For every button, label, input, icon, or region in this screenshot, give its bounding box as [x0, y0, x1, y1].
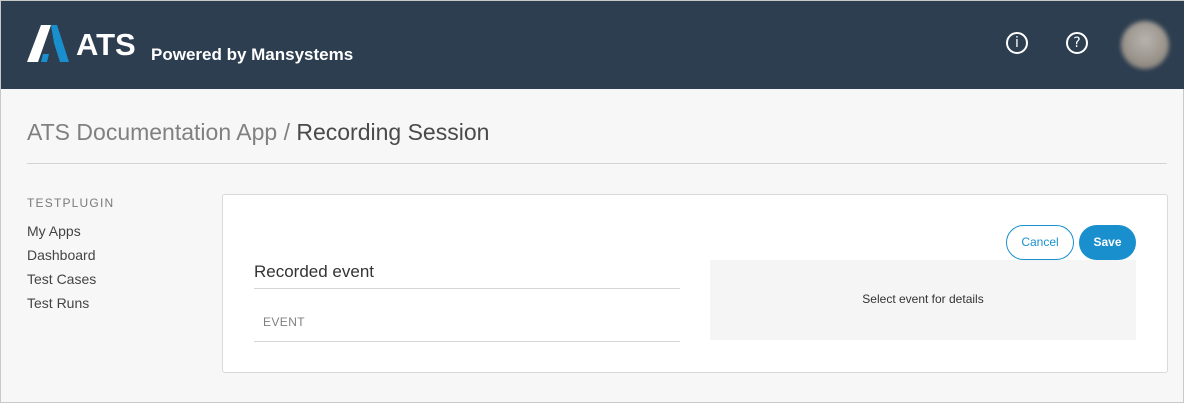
event-column-header[interactable]: EVENT	[263, 315, 305, 329]
cancel-button[interactable]: Cancel	[1006, 225, 1074, 260]
event-table-divider	[254, 341, 680, 342]
sidebar-heading: TESTPLUGIN	[27, 196, 115, 210]
breadcrumb: ATS Documentation App / Recording Sessio…	[27, 118, 489, 146]
avatar[interactable]	[1121, 21, 1169, 69]
sidebar-item-test-cases[interactable]: Test Cases	[27, 271, 96, 287]
brand-name: ATS	[76, 27, 136, 62]
breadcrumb-separator: /	[283, 119, 290, 145]
recorded-event-title: Recorded event	[254, 262, 375, 281]
save-button[interactable]: Save	[1079, 225, 1136, 260]
event-details-placeholder: Select event for details	[862, 292, 984, 306]
app-window: ATS Powered by Mansystems i ? ATS Docume…	[0, 0, 1184, 403]
help-icon[interactable]: ?	[1066, 32, 1088, 54]
ats-logo-icon	[27, 25, 69, 62]
event-details-panel: Select event for details	[710, 260, 1136, 340]
sidebar-item-my-apps[interactable]: My Apps	[27, 223, 81, 239]
info-icon[interactable]: i	[1006, 32, 1028, 54]
top-bar: ATS Powered by Mansystems i ?	[1, 1, 1184, 89]
page-title: Recording Session	[296, 119, 490, 145]
brand-tagline: Powered by Mansystems	[151, 45, 354, 64]
sidebar-item-test-runs[interactable]: Test Runs	[27, 295, 89, 311]
breadcrumb-divider	[27, 163, 1167, 164]
sidebar-item-dashboard[interactable]: Dashboard	[27, 247, 96, 263]
breadcrumb-app-link[interactable]: ATS Documentation App	[27, 119, 277, 145]
recorded-event-divider	[254, 288, 680, 289]
